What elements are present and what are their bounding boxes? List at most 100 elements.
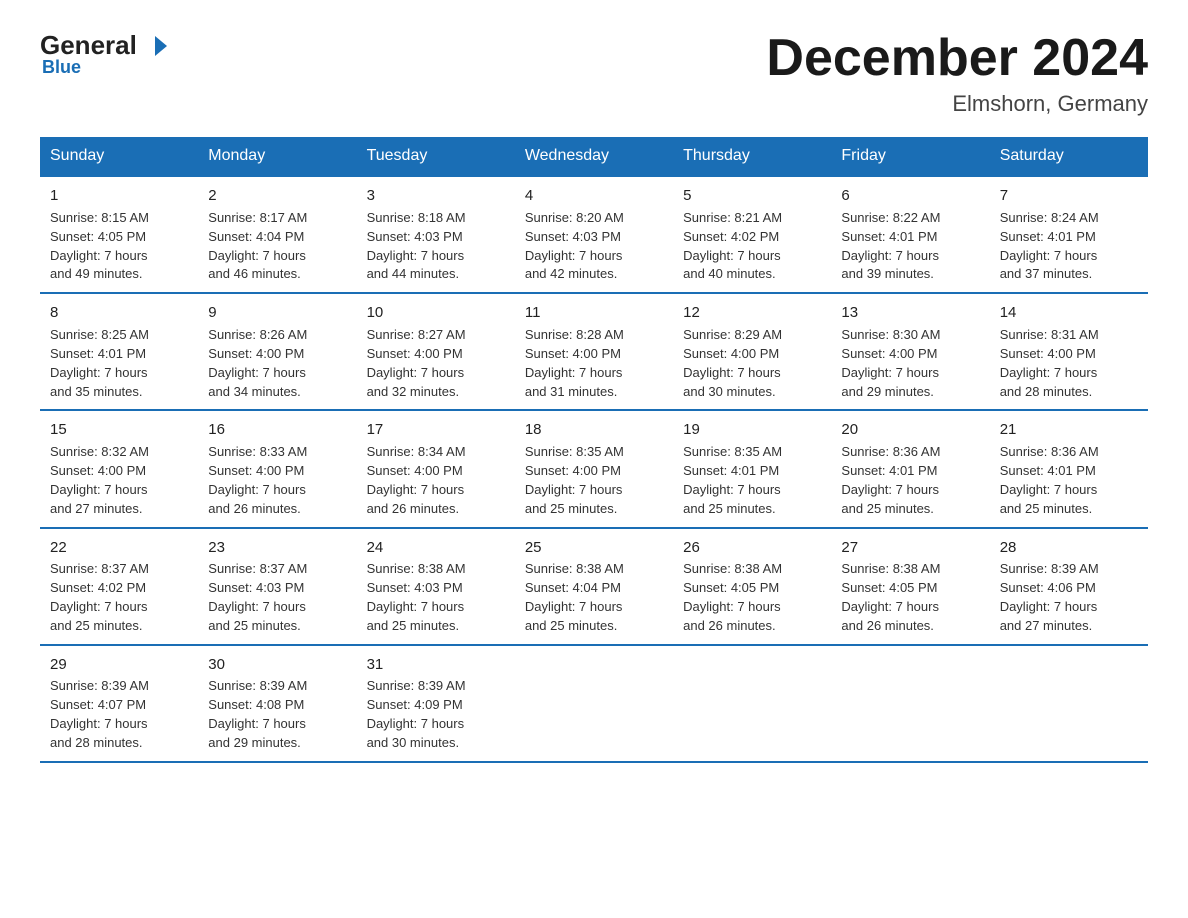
day-info: Sunrise: 8:38 AMSunset: 4:05 PMDaylight:… xyxy=(841,560,979,635)
calendar-cell: 8Sunrise: 8:25 AMSunset: 4:01 PMDaylight… xyxy=(40,293,198,410)
calendar-cell: 14Sunrise: 8:31 AMSunset: 4:00 PMDayligh… xyxy=(990,293,1148,410)
page-header: General Blue December 2024 Elmshorn, Ger… xyxy=(40,30,1148,117)
title-block: December 2024 Elmshorn, Germany xyxy=(766,30,1148,117)
calendar-cell: 15Sunrise: 8:32 AMSunset: 4:00 PMDayligh… xyxy=(40,410,198,527)
day-info: Sunrise: 8:37 AMSunset: 4:02 PMDaylight:… xyxy=(50,560,188,635)
calendar-cell: 9Sunrise: 8:26 AMSunset: 4:00 PMDaylight… xyxy=(198,293,356,410)
day-number: 10 xyxy=(367,302,505,324)
day-number: 23 xyxy=(208,537,346,559)
day-info: Sunrise: 8:30 AMSunset: 4:00 PMDaylight:… xyxy=(841,326,979,401)
day-info: Sunrise: 8:33 AMSunset: 4:00 PMDaylight:… xyxy=(208,443,346,518)
day-info: Sunrise: 8:15 AMSunset: 4:05 PMDaylight:… xyxy=(50,209,188,284)
week-row-5: 29Sunrise: 8:39 AMSunset: 4:07 PMDayligh… xyxy=(40,645,1148,762)
day-info: Sunrise: 8:27 AMSunset: 4:00 PMDaylight:… xyxy=(367,326,505,401)
week-row-2: 8Sunrise: 8:25 AMSunset: 4:01 PMDaylight… xyxy=(40,293,1148,410)
day-number: 27 xyxy=(841,537,979,559)
day-number: 2 xyxy=(208,185,346,207)
header-thursday: Thursday xyxy=(673,137,831,176)
header-sunday: Sunday xyxy=(40,137,198,176)
day-number: 7 xyxy=(1000,185,1138,207)
day-info: Sunrise: 8:22 AMSunset: 4:01 PMDaylight:… xyxy=(841,209,979,284)
day-number: 8 xyxy=(50,302,188,324)
day-info: Sunrise: 8:32 AMSunset: 4:00 PMDaylight:… xyxy=(50,443,188,518)
header-wednesday: Wednesday xyxy=(515,137,673,176)
logo: General Blue xyxy=(40,30,173,78)
day-number: 19 xyxy=(683,419,821,441)
day-info: Sunrise: 8:38 AMSunset: 4:04 PMDaylight:… xyxy=(525,560,663,635)
day-number: 14 xyxy=(1000,302,1138,324)
day-info: Sunrise: 8:37 AMSunset: 4:03 PMDaylight:… xyxy=(208,560,346,635)
day-info: Sunrise: 8:31 AMSunset: 4:00 PMDaylight:… xyxy=(1000,326,1138,401)
day-number: 5 xyxy=(683,185,821,207)
calendar-cell: 1Sunrise: 8:15 AMSunset: 4:05 PMDaylight… xyxy=(40,176,198,293)
logo-blue-text: Blue xyxy=(42,57,81,78)
calendar-table: SundayMondayTuesdayWednesdayThursdayFrid… xyxy=(40,137,1148,763)
day-info: Sunrise: 8:39 AMSunset: 4:06 PMDaylight:… xyxy=(1000,560,1138,635)
day-info: Sunrise: 8:26 AMSunset: 4:00 PMDaylight:… xyxy=(208,326,346,401)
day-number: 12 xyxy=(683,302,821,324)
day-info: Sunrise: 8:34 AMSunset: 4:00 PMDaylight:… xyxy=(367,443,505,518)
calendar-cell: 6Sunrise: 8:22 AMSunset: 4:01 PMDaylight… xyxy=(831,176,989,293)
day-info: Sunrise: 8:35 AMSunset: 4:01 PMDaylight:… xyxy=(683,443,821,518)
calendar-cell: 23Sunrise: 8:37 AMSunset: 4:03 PMDayligh… xyxy=(198,528,356,645)
header-monday: Monday xyxy=(198,137,356,176)
calendar-cell: 28Sunrise: 8:39 AMSunset: 4:06 PMDayligh… xyxy=(990,528,1148,645)
day-number: 25 xyxy=(525,537,663,559)
day-number: 4 xyxy=(525,185,663,207)
calendar-cell: 11Sunrise: 8:28 AMSunset: 4:00 PMDayligh… xyxy=(515,293,673,410)
day-number: 22 xyxy=(50,537,188,559)
calendar-cell: 10Sunrise: 8:27 AMSunset: 4:00 PMDayligh… xyxy=(357,293,515,410)
calendar-cell: 22Sunrise: 8:37 AMSunset: 4:02 PMDayligh… xyxy=(40,528,198,645)
calendar-cell: 7Sunrise: 8:24 AMSunset: 4:01 PMDaylight… xyxy=(990,176,1148,293)
header-saturday: Saturday xyxy=(990,137,1148,176)
day-info: Sunrise: 8:17 AMSunset: 4:04 PMDaylight:… xyxy=(208,209,346,284)
calendar-cell: 18Sunrise: 8:35 AMSunset: 4:00 PMDayligh… xyxy=(515,410,673,527)
day-number: 29 xyxy=(50,654,188,676)
calendar-location: Elmshorn, Germany xyxy=(766,91,1148,117)
calendar-cell: 31Sunrise: 8:39 AMSunset: 4:09 PMDayligh… xyxy=(357,645,515,762)
day-info: Sunrise: 8:20 AMSunset: 4:03 PMDaylight:… xyxy=(525,209,663,284)
calendar-cell xyxy=(831,645,989,762)
day-info: Sunrise: 8:21 AMSunset: 4:02 PMDaylight:… xyxy=(683,209,821,284)
day-number: 3 xyxy=(367,185,505,207)
calendar-cell: 20Sunrise: 8:36 AMSunset: 4:01 PMDayligh… xyxy=(831,410,989,527)
day-info: Sunrise: 8:36 AMSunset: 4:01 PMDaylight:… xyxy=(1000,443,1138,518)
day-number: 31 xyxy=(367,654,505,676)
calendar-cell: 26Sunrise: 8:38 AMSunset: 4:05 PMDayligh… xyxy=(673,528,831,645)
day-info: Sunrise: 8:39 AMSunset: 4:08 PMDaylight:… xyxy=(208,677,346,752)
calendar-cell: 5Sunrise: 8:21 AMSunset: 4:02 PMDaylight… xyxy=(673,176,831,293)
calendar-cell: 21Sunrise: 8:36 AMSunset: 4:01 PMDayligh… xyxy=(990,410,1148,527)
day-info: Sunrise: 8:18 AMSunset: 4:03 PMDaylight:… xyxy=(367,209,505,284)
day-number: 17 xyxy=(367,419,505,441)
calendar-cell: 4Sunrise: 8:20 AMSunset: 4:03 PMDaylight… xyxy=(515,176,673,293)
day-number: 15 xyxy=(50,419,188,441)
header-friday: Friday xyxy=(831,137,989,176)
day-info: Sunrise: 8:25 AMSunset: 4:01 PMDaylight:… xyxy=(50,326,188,401)
calendar-cell: 25Sunrise: 8:38 AMSunset: 4:04 PMDayligh… xyxy=(515,528,673,645)
day-number: 16 xyxy=(208,419,346,441)
week-row-4: 22Sunrise: 8:37 AMSunset: 4:02 PMDayligh… xyxy=(40,528,1148,645)
calendar-cell: 27Sunrise: 8:38 AMSunset: 4:05 PMDayligh… xyxy=(831,528,989,645)
calendar-cell: 29Sunrise: 8:39 AMSunset: 4:07 PMDayligh… xyxy=(40,645,198,762)
logo-icon xyxy=(139,32,171,60)
day-info: Sunrise: 8:29 AMSunset: 4:00 PMDaylight:… xyxy=(683,326,821,401)
calendar-cell xyxy=(515,645,673,762)
day-number: 6 xyxy=(841,185,979,207)
calendar-cell xyxy=(990,645,1148,762)
calendar-cell xyxy=(673,645,831,762)
calendar-cell: 19Sunrise: 8:35 AMSunset: 4:01 PMDayligh… xyxy=(673,410,831,527)
calendar-cell: 30Sunrise: 8:39 AMSunset: 4:08 PMDayligh… xyxy=(198,645,356,762)
calendar-cell: 12Sunrise: 8:29 AMSunset: 4:00 PMDayligh… xyxy=(673,293,831,410)
week-row-3: 15Sunrise: 8:32 AMSunset: 4:00 PMDayligh… xyxy=(40,410,1148,527)
day-number: 24 xyxy=(367,537,505,559)
day-number: 1 xyxy=(50,185,188,207)
day-info: Sunrise: 8:36 AMSunset: 4:01 PMDaylight:… xyxy=(841,443,979,518)
calendar-cell: 16Sunrise: 8:33 AMSunset: 4:00 PMDayligh… xyxy=(198,410,356,527)
day-number: 13 xyxy=(841,302,979,324)
calendar-cell: 13Sunrise: 8:30 AMSunset: 4:00 PMDayligh… xyxy=(831,293,989,410)
day-number: 30 xyxy=(208,654,346,676)
day-number: 28 xyxy=(1000,537,1138,559)
calendar-cell: 17Sunrise: 8:34 AMSunset: 4:00 PMDayligh… xyxy=(357,410,515,527)
day-number: 26 xyxy=(683,537,821,559)
day-info: Sunrise: 8:39 AMSunset: 4:09 PMDaylight:… xyxy=(367,677,505,752)
